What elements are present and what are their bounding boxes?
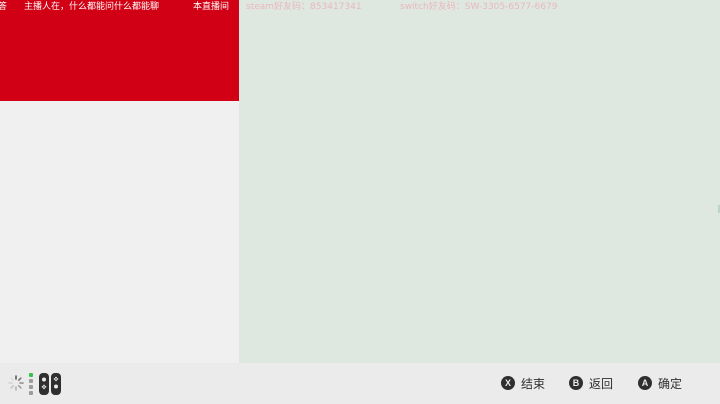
marquee-segment: 答	[0, 2, 8, 12]
red-banner	[0, 0, 239, 101]
b-button-icon: B	[569, 376, 583, 390]
end-button[interactable]: X 结束	[501, 375, 545, 391]
player-light	[29, 385, 33, 389]
main-view	[239, 0, 720, 363]
confirm-label: 确定	[658, 376, 683, 391]
player-light	[29, 391, 33, 395]
footer-bar: X 结束 B 返回 A 确定	[0, 363, 720, 404]
end-label: 结束	[521, 376, 546, 391]
spinner-icon	[8, 375, 24, 391]
marquee-text: 答 主播人在，什么都能问什么都能聊 本直播间 steam好友码：85341734…	[0, 0, 720, 14]
confirm-button[interactable]: A 确定	[638, 375, 682, 391]
joycon-icon	[39, 373, 61, 395]
marquee-segment: 本直播间	[193, 2, 230, 12]
player-indicator-lights	[29, 373, 33, 395]
x-button-icon: X	[501, 376, 515, 390]
back-label: 返回	[589, 376, 614, 391]
marquee-segment: steam好友码：853417341	[246, 2, 362, 12]
left-panel	[0, 0, 239, 363]
player-light	[29, 379, 33, 383]
marquee-segment: switch好友码：SW-3305-6577-6679	[400, 2, 558, 12]
back-button[interactable]: B 返回	[569, 375, 613, 391]
marquee-segment: 主播人在，什么都能问什么都能聊	[24, 2, 160, 12]
a-button-icon: A	[638, 376, 652, 390]
player-light	[29, 373, 33, 377]
